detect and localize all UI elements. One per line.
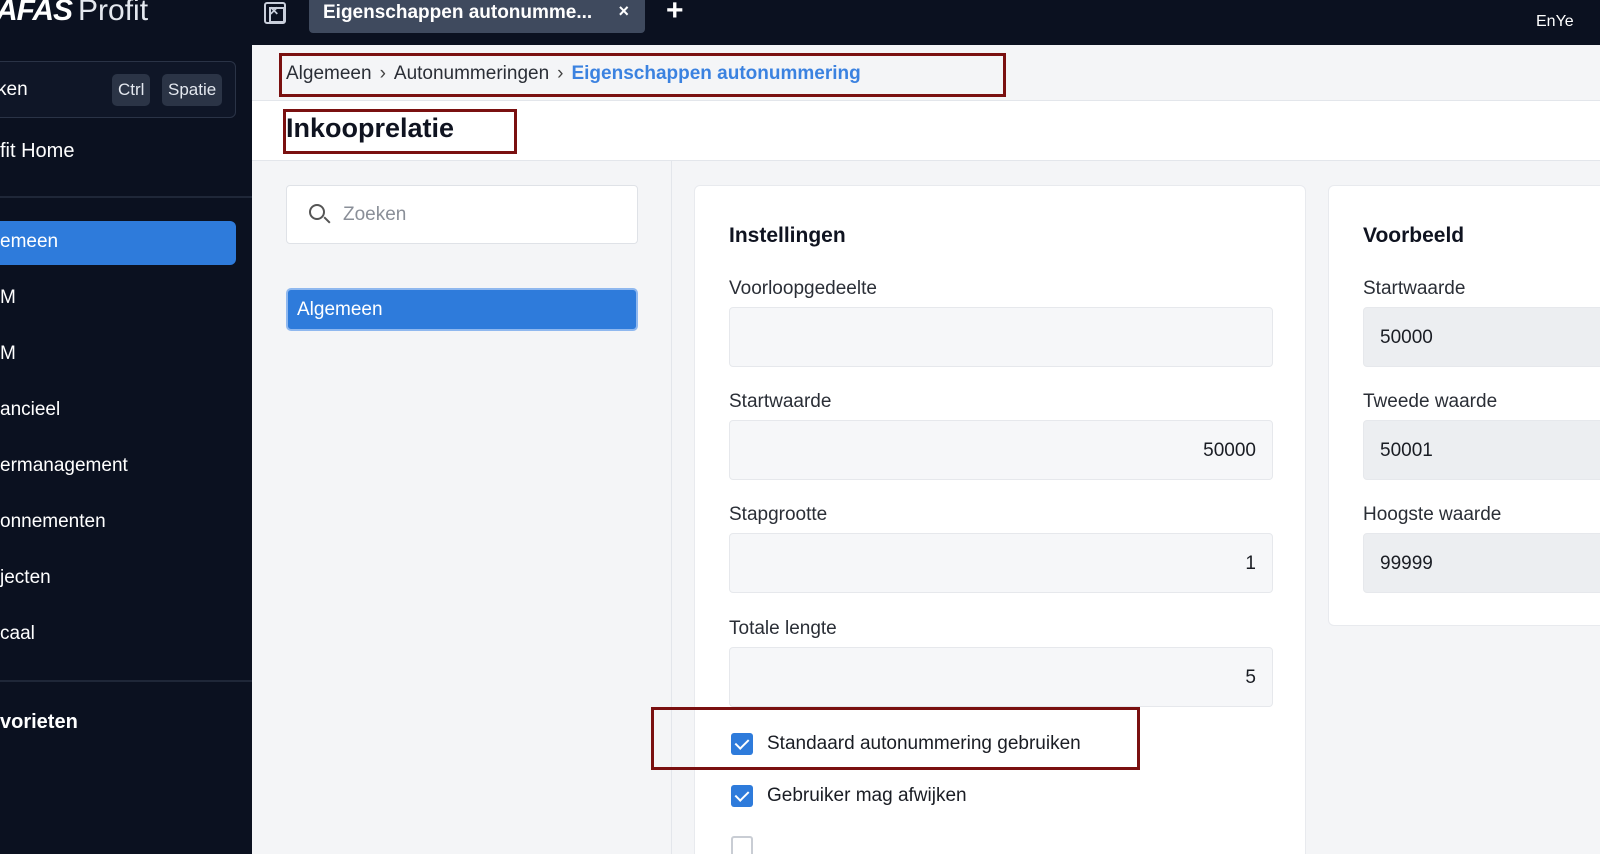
breadcrumb-item-autonummeringen[interactable]: Autonummeringen — [394, 63, 549, 84]
breadcrumb-item-algemeen[interactable]: Algemeen — [286, 63, 372, 84]
voorbeeld-tweede-waarde-value: 50001 — [1363, 420, 1600, 480]
brand-name: AFAS — [0, 0, 73, 27]
section-search-input[interactable] — [343, 200, 623, 230]
product-name: Profit — [78, 0, 149, 27]
standaard-autonummering-checkbox[interactable] — [731, 733, 753, 755]
section-item-algemeen[interactable]: Algemeen — [286, 288, 638, 331]
breadcrumb-bar: Algemeen › Autonummeringen › Eigenschappen a… — [252, 45, 1600, 101]
instellingen-title: Instellingen — [729, 224, 846, 247]
shortcut-space-key: Spatie — [162, 74, 223, 106]
instellingen-card: Instellingen Voorloopgedeelte Startwaard… — [694, 185, 1306, 854]
partial-checkbox[interactable] — [731, 836, 753, 854]
stapgrootte-label: Stapgrootte — [729, 504, 828, 525]
tab-label: Eigenschappen autonumme... — [323, 2, 593, 23]
shortcut-ctrl-key: Ctrl — [112, 74, 151, 106]
sidebar-divider — [0, 196, 252, 198]
sidebar: ken Ctrl Spatie fit Home emeen M M ancie… — [0, 45, 252, 854]
voorbeeld-startwaarde-label: Startwaarde — [1363, 278, 1466, 299]
totale-lengte-field[interactable]: 5 — [729, 647, 1273, 707]
voorbeeld-tweede-waarde-label: Tweede waarde — [1363, 391, 1498, 412]
breadcrumb: Algemeen › Autonummeringen › Eigenschappen a… — [286, 63, 861, 85]
user-name[interactable]: EnYe — [1536, 13, 1574, 31]
top-bar: AFASProfit Eigenschappen autonumme... × … — [0, 0, 1600, 45]
page-title: Inkooprelatie — [286, 113, 455, 143]
sidebar-search-label: ken — [0, 79, 28, 100]
voorbeeld-card: Voorbeeld Startwaarde 50000 Tweede waard… — [1328, 185, 1600, 626]
sidebar-item-crm[interactable]: M — [0, 277, 236, 321]
sidebar-item-financieel[interactable]: ancieel — [0, 389, 236, 433]
sidebar-search[interactable]: ken Ctrl Spatie — [0, 61, 236, 118]
startwaarde-label: Startwaarde — [729, 391, 832, 412]
gebruiker-mag-afwijken-label[interactable]: Gebruiker mag afwijken — [767, 785, 967, 807]
standaard-autonummering-label[interactable]: Standaard autonummering gebruiken — [767, 733, 1081, 755]
totale-lengte-label: Totale lengte — [729, 618, 837, 639]
tab-eigenschappen-autonummering[interactable]: Eigenschappen autonumme... × — [309, 0, 645, 33]
sidebar-item-fiscaal[interactable]: caal — [0, 613, 236, 657]
voorbeeld-title: Voorbeeld — [1363, 224, 1465, 247]
close-tab-icon[interactable]: × — [618, 1, 629, 22]
breadcrumb-current: Eigenschappen autonummering — [571, 63, 861, 84]
stapgrootte-field[interactable]: 1 — [729, 533, 1273, 593]
voorloopgedeelte-label: Voorloopgedeelte — [729, 278, 877, 299]
sidebar-divider — [0, 680, 252, 682]
page-header: Inkooprelatie — [252, 101, 1600, 161]
sidebar-item-home[interactable]: fit Home — [0, 140, 74, 163]
voorloopgedeelte-field[interactable] — [729, 307, 1273, 367]
sidebar-item-ordermanagement[interactable]: ermanagement — [0, 445, 236, 489]
voorbeeld-startwaarde-value: 50000 — [1363, 307, 1600, 367]
breadcrumb-separator: › — [557, 63, 564, 84]
new-tab-button[interactable]: + — [666, 0, 684, 28]
section-pane: Algemeen — [252, 161, 672, 854]
app-switch-icon[interactable] — [264, 2, 286, 24]
sidebar-item-favorieten[interactable]: vorieten — [0, 711, 78, 734]
sidebar-item-abonnementen[interactable]: onnementen — [0, 501, 236, 545]
sidebar-item-algemeen[interactable]: emeen — [0, 221, 236, 265]
section-search[interactable] — [286, 185, 638, 244]
breadcrumb-separator: › — [379, 63, 386, 84]
startwaarde-field[interactable]: 50000 — [729, 420, 1273, 480]
sidebar-item-hrm[interactable]: M — [0, 333, 236, 377]
search-icon — [309, 204, 325, 220]
voorbeeld-hoogste-waarde-value: 99999 — [1363, 533, 1600, 593]
sidebar-item-projecten[interactable]: jecten — [0, 557, 236, 601]
voorbeeld-hoogste-waarde-label: Hoogste waarde — [1363, 504, 1502, 525]
gebruiker-mag-afwijken-checkbox[interactable] — [731, 785, 753, 807]
app-logo: AFAS Profit — [0, 0, 148, 28]
